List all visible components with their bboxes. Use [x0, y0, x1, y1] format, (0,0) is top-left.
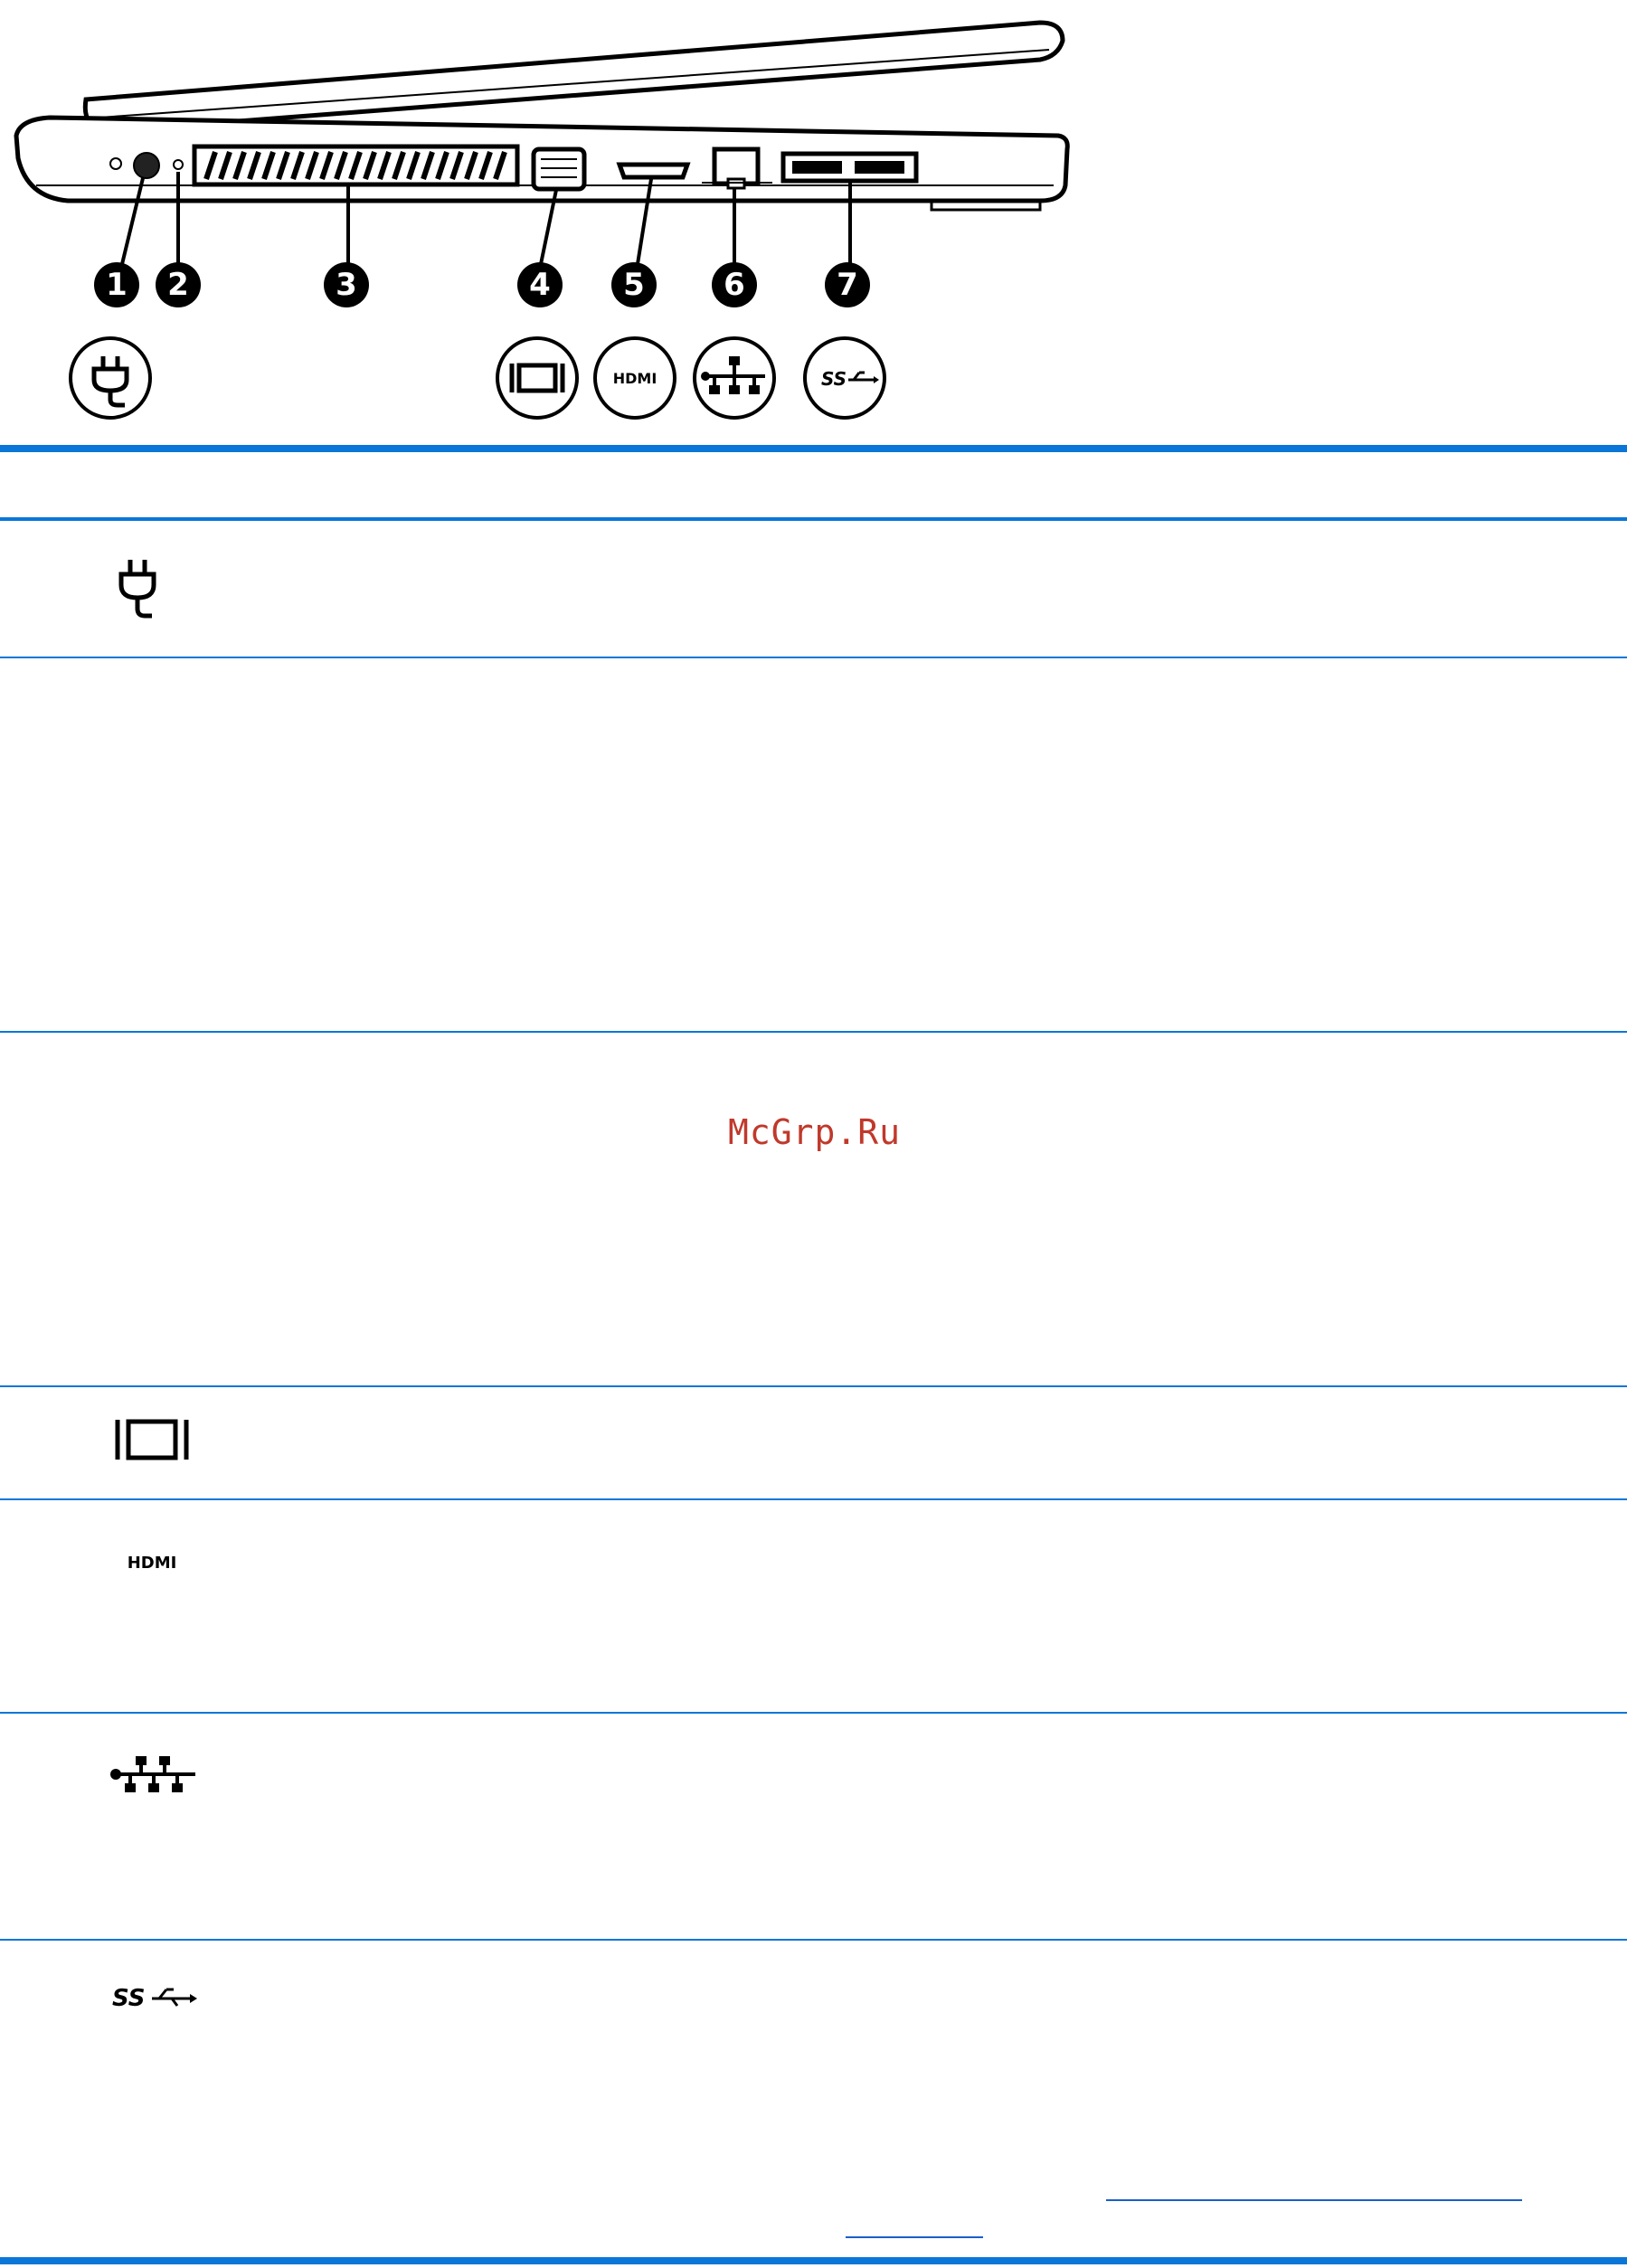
table-top-rule — [0, 445, 1627, 452]
hdmi-icon: HDMI — [109, 1552, 195, 1577]
svg-text:HDMI: HDMI — [128, 1554, 177, 1573]
table-header-rule — [0, 517, 1627, 521]
row-divider — [0, 1939, 1627, 1941]
callout-5: 5 — [611, 262, 657, 307]
callout-1: 1 — [94, 262, 139, 307]
callout-7: 7 — [825, 262, 870, 307]
hdmi-icon: HDMI — [593, 336, 676, 420]
callout-4: 4 — [517, 262, 563, 307]
rj45-network-icon — [109, 1753, 199, 1801]
svg-text:SS: SS — [821, 368, 847, 390]
row-divider — [0, 1031, 1627, 1033]
power-plug-icon — [69, 336, 152, 420]
hyperlink[interactable] — [1106, 2199, 1522, 2201]
row-divider — [0, 1385, 1627, 1387]
rj45-network-icon — [693, 336, 776, 420]
row-divider — [0, 657, 1627, 658]
power-plug-icon — [109, 556, 166, 632]
usb-superspeed-icon: SS — [109, 1979, 199, 2018]
callout-2: 2 — [156, 262, 201, 307]
table-bottom-rule — [0, 2257, 1627, 2264]
watermark: McGrp.Ru — [728, 1112, 902, 1152]
external-monitor-icon — [496, 336, 579, 420]
row-divider — [0, 1712, 1627, 1714]
usb-superspeed-icon: SS — [803, 336, 886, 420]
row-divider — [0, 1498, 1627, 1500]
external-monitor-icon — [109, 1414, 195, 1469]
laptop-side-illustration: 1 2 3 4 5 6 7 HDMI SS — [0, 0, 1085, 434]
svg-text:HDMI: HDMI — [613, 370, 657, 387]
callout-3: 3 — [324, 262, 369, 307]
hyperlink[interactable] — [846, 2236, 983, 2238]
callout-6: 6 — [712, 262, 757, 307]
svg-text:SS: SS — [112, 1985, 146, 2012]
